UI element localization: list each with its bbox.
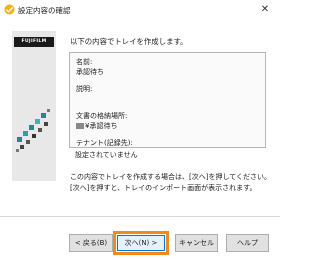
name-value: 承認待ち [76,68,104,76]
back-button[interactable]: < 戻る(B) [69,234,113,252]
footer-divider [0,216,280,217]
window-title: 設定内容の確認 [18,6,71,15]
storage-location-row: ¥承認待ち [76,121,117,131]
brand-panel: FUJIFILM [12,31,56,181]
help-button[interactable]: ヘルプ [226,234,269,252]
title-bar: 設定内容の確認 ✕ [0,0,280,20]
instruction-line-1: この内容でトレイを作成する場合は、[次へ]を押してください。 [70,173,272,181]
decorative-graphic [16,109,50,152]
fujifilm-logo: FUJIFILM [14,37,54,47]
tenant-value: 設定されていません [75,151,138,159]
close-button[interactable]: ✕ [250,0,280,20]
confirmation-heading: 以下の内容でトレイを作成します。 [70,37,188,46]
instruction-line-2: [次へ]を押すと、トレイのインポート画面が表示されます。 [70,184,257,192]
next-button-highlight: 次へ(N) > [113,231,169,255]
cancel-button[interactable]: キャンセル [175,234,218,252]
storage-location-label: 文書の格納場所: [76,112,128,120]
app-icon [4,4,15,15]
description-label: 説明: [76,85,93,93]
next-button[interactable]: 次へ(N) > [117,235,165,251]
storage-location-value: ¥承認待ち [85,122,118,130]
name-label: 名前: [76,58,93,66]
tenant-label: テナント(記録先): [76,139,133,147]
folder-path-icon [76,122,84,129]
settings-summary-box: 名前: 承認待ち 説明: 文書の格納場所: ¥承認待ち テナント(記録先): [69,52,266,148]
